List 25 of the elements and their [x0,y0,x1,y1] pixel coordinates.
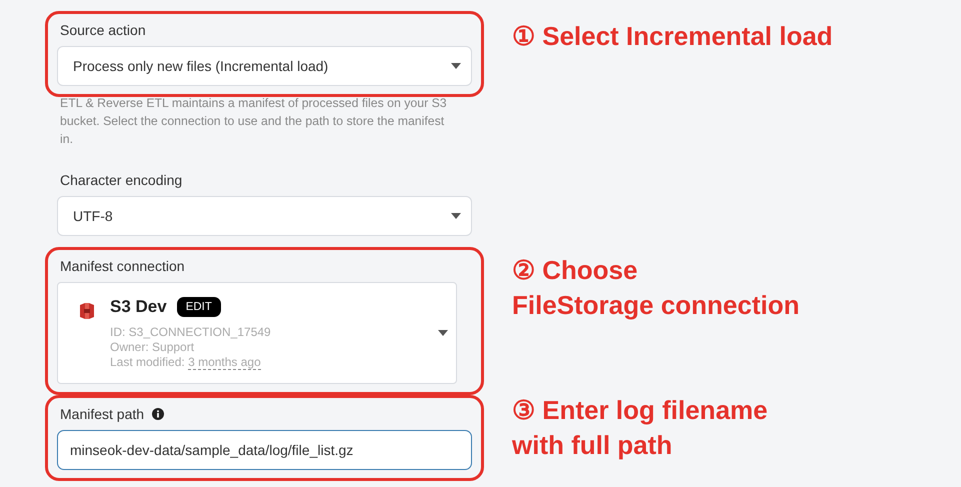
input-field[interactable]: minseok-dev-data/sample_data/log/file_list.gz [57,430,472,470]
connection-id: ID: S3_CONNECTION_17549 [110,324,272,340]
annotation-text: ① Select Incremental load [512,20,833,53]
field-label: Manifest connection [60,258,185,274]
info-icon[interactable] [152,408,164,420]
caret-icon[interactable] [451,63,461,69]
field-label: Manifest path [60,406,144,422]
dropdown[interactable]: Process only new files (Incremental load) [57,46,472,86]
connection-owner: Owner: Support [110,340,196,354]
edit-button[interactable]: EDIT [176,296,221,316]
modified-label: Last modified: [110,354,185,368]
field-label: Character encoding [60,172,182,188]
connection-dropdown[interactable]: S3 Dev EDIT ID: S3_CONNECTION_17549 Owner: Support Last modified: 3 months ago [57,282,457,384]
annotation-text: FileStorage connection [512,289,800,322]
annotation-text: ② Choose [512,254,639,287]
bucket-icon [78,301,96,321]
connection-name: S3 Dev [110,296,167,316]
field-label: Source action [60,22,146,38]
relative-time: 3 months ago [188,354,261,370]
caret-icon [438,330,448,336]
annotation-text: ③ Enter log filename [512,394,768,427]
dropdown[interactable]: UTF-8 [57,196,472,236]
annotation-text: with full path [512,429,674,462]
help-text: ETL & Reverse ETL maintains a manifest of processed files on your S3 bucket. Select the connection to use and the path to store the manifest in. [60,95,448,148]
caret-icon[interactable] [451,213,461,219]
